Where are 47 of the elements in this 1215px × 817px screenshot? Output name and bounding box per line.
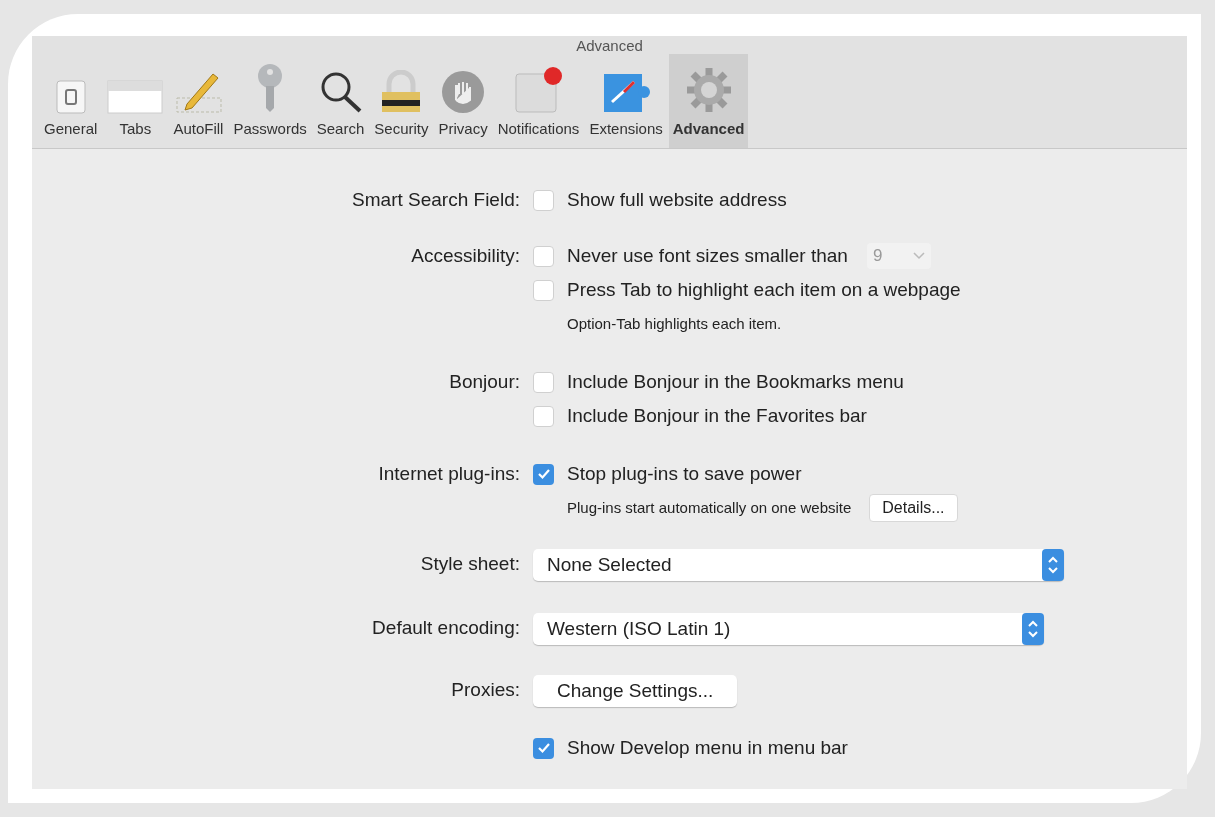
checkmark-icon: [536, 468, 551, 480]
popup-menu[interactable]: Western (ISO Latin 1): [533, 613, 1044, 645]
gear-icon: [684, 65, 733, 114]
change-settings-button[interactable]: Change Settings...: [533, 675, 738, 707]
checkbox-label: Stop plug-ins to save power: [567, 461, 802, 486]
checkbox[interactable]: [533, 189, 554, 211]
setting-label: Accessibility:: [411, 245, 520, 266]
toolbar-tab[interactable]: Notifications: [493, 54, 584, 148]
toolbar-tab[interactable]: Tabs: [103, 54, 168, 148]
checkbox-label: Show Develop menu in menu bar: [567, 735, 848, 760]
hand-icon: [441, 69, 486, 114]
toolbar-tab[interactable]: Advanced: [668, 54, 749, 148]
toolbar-tab[interactable]: Extensions: [585, 54, 667, 148]
toolbar-tab[interactable]: Privacy: [434, 54, 492, 148]
checkbox-label: Show full website address: [567, 187, 787, 212]
toolbar-tab[interactable]: Security: [370, 54, 433, 148]
checkbox[interactable]: [533, 463, 554, 485]
hint-text: Option-Tab highlights each item.: [567, 313, 782, 334]
popup-menu[interactable]: None Selected: [533, 549, 1064, 581]
setting-label: Bonjour:: [449, 371, 520, 392]
toolbar-tab[interactable]: Passwords: [229, 54, 311, 148]
toolbar-tab[interactable]: Search: [312, 54, 369, 148]
checkbox-label: Press Tab to highlight each item on a webpage: [567, 277, 961, 302]
window-title: Advanced: [576, 38, 643, 54]
tabs-icon: [107, 79, 164, 114]
switch-icon: [55, 79, 86, 114]
checkbox[interactable]: [533, 737, 554, 759]
setting-label: Style sheet:: [420, 553, 520, 574]
hint-text: Plug-ins start automatically on one website: [567, 497, 852, 518]
checkbox[interactable]: [533, 279, 554, 301]
checkbox[interactable]: [533, 371, 554, 393]
toolbar-tab[interactable]: General: [40, 54, 102, 148]
setting-label: Proxies:: [451, 679, 520, 700]
checkmark-icon: [536, 742, 551, 754]
checkbox-label: Include Bonjour in the Favorites bar: [567, 403, 867, 428]
setting-label: Smart Search Field:: [352, 189, 520, 210]
toolbar-tab[interactable]: AutoFill: [169, 54, 228, 148]
stepper-icon: [1022, 613, 1044, 645]
setting-label: Internet plug-ins:: [378, 463, 520, 484]
details-button[interactable]: Details...: [869, 494, 958, 522]
checkbox[interactable]: [533, 245, 554, 267]
stepper-icon: [1042, 549, 1064, 581]
checkbox[interactable]: [533, 405, 554, 427]
setting-label: Default encoding:: [372, 617, 520, 638]
checkbox-label: Never use font sizes smaller than: [567, 243, 848, 268]
chevron-icon: [912, 252, 925, 260]
checkbox-label: Include Bonjour in the Bookmarks menu: [567, 369, 904, 394]
